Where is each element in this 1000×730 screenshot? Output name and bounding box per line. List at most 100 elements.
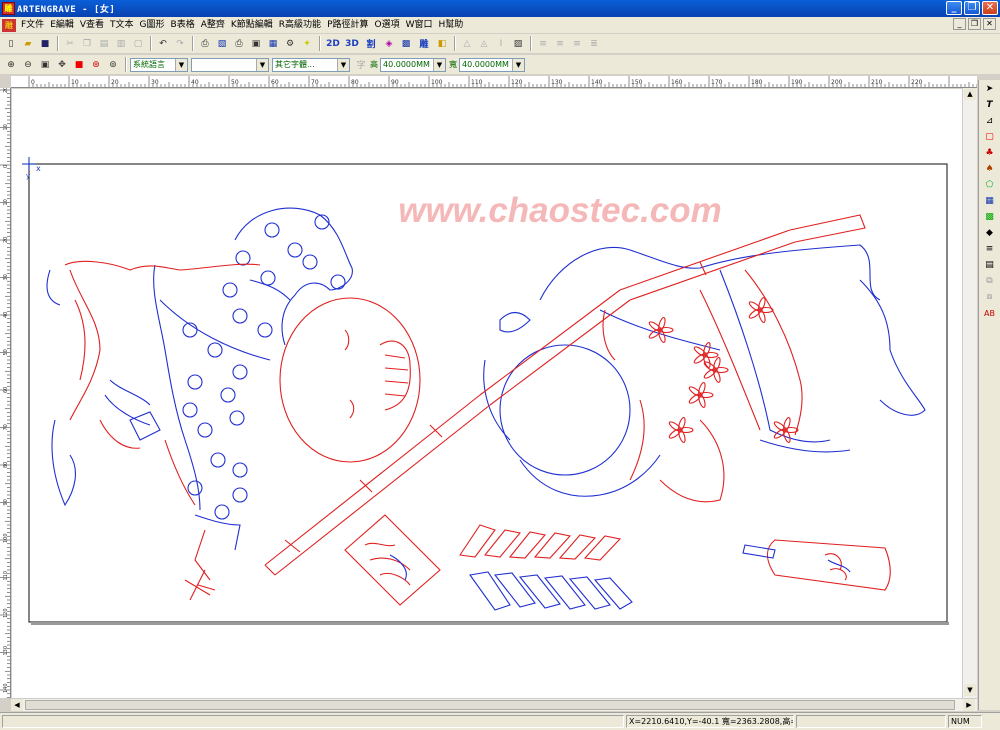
clear-icon[interactable]: ▢	[130, 36, 146, 52]
pan-icon[interactable]: ✥	[54, 57, 70, 73]
settings-icon[interactable]: ⚙	[282, 36, 298, 52]
ruler-label: 170	[711, 79, 723, 86]
drawing-canvas[interactable]: x y www.chaostec.com	[12, 89, 962, 698]
language-select[interactable]: 系統語言 ▼	[130, 57, 188, 72]
node-icon[interactable]: △	[459, 36, 475, 52]
menu-text[interactable]: T文本	[107, 17, 137, 33]
menu-window[interactable]: W窗口	[403, 17, 436, 33]
page-shadow	[31, 622, 949, 625]
carve-button[interactable]: 雕	[415, 36, 433, 52]
align-right-icon[interactable]: ≡	[569, 36, 585, 52]
artwork-svg[interactable]: x y www.chaostec.com	[12, 89, 962, 698]
3d-button[interactable]: 3D	[343, 36, 361, 52]
fill-tool-icon[interactable]: ♣	[982, 146, 998, 160]
scroll-left-icon[interactable]: ◀	[11, 699, 23, 711]
ruler-label: 80	[351, 79, 359, 86]
italic-icon[interactable]: I	[493, 36, 509, 52]
rectangle-tool-icon[interactable]: ▢	[982, 130, 998, 144]
align-left-icon[interactable]: ≡	[535, 36, 551, 52]
scroll-down-icon[interactable]: ▼	[964, 684, 976, 696]
document-tool-icon[interactable]: ▤	[982, 258, 998, 272]
align-justify-icon[interactable]: ≣	[586, 36, 602, 52]
num-lock-indicator: NUM	[948, 715, 982, 728]
menu-table[interactable]: B表格	[168, 17, 198, 33]
width-input[interactable]: 40.0000MM ▼	[459, 57, 525, 72]
menu-view[interactable]: V查看	[77, 17, 107, 33]
combine-icon[interactable]: ⧈	[982, 290, 998, 304]
paste-special-icon[interactable]: ▥	[113, 36, 129, 52]
simulate-icon[interactable]: ◧	[434, 36, 450, 52]
text-tool-icon[interactable]: T	[982, 98, 998, 112]
node-tool-icon[interactable]: ⊿	[982, 114, 998, 128]
scroll-thumb[interactable]	[25, 700, 955, 710]
shape-tool-icon[interactable]: ♠	[982, 162, 998, 176]
paste-icon[interactable]: ▤	[96, 36, 112, 52]
scan-icon[interactable]: ▦	[265, 36, 281, 52]
redo-icon[interactable]: ↷	[172, 36, 188, 52]
vertical-ruler[interactable]: 20 10 0 10 20 30 40 50 60 70 80 90 100 110 120 130 140	[0, 88, 11, 698]
shape-icon[interactable]: ◬	[476, 36, 492, 52]
font-style-value: 其它字體...	[275, 60, 315, 69]
close-button[interactable]: ✕	[982, 1, 998, 15]
undo-icon[interactable]: ↶	[155, 36, 171, 52]
tip-icon[interactable]: ✦	[299, 36, 315, 52]
import-icon[interactable]: ⎙	[197, 36, 213, 52]
table-tool-icon[interactable]: ▦	[982, 194, 998, 208]
ab-text-icon[interactable]: AB	[982, 306, 998, 320]
hatch-icon[interactable]: ▩	[398, 36, 414, 52]
vertical-scrollbar[interactable]: ▲ ▼	[962, 88, 977, 698]
print-icon[interactable]: ⎙	[231, 36, 247, 52]
scroll-right-icon[interactable]: ▶	[963, 699, 975, 711]
scroll-up-icon[interactable]: ▲	[964, 88, 976, 100]
mdi-minimize-button[interactable]: _	[953, 18, 966, 30]
cut-mode-button[interactable]: 割	[362, 36, 380, 52]
zoom-selection-icon[interactable]: ⊛	[88, 57, 104, 73]
ruler-label: 130	[551, 79, 563, 86]
minimize-button[interactable]: _	[946, 1, 962, 15]
horizontal-scrollbar[interactable]: ◀ ▶	[11, 698, 977, 711]
document-icon[interactable]: 雕	[2, 18, 16, 32]
copy-icon[interactable]: ❐	[79, 36, 95, 52]
menu-file[interactable]: F文件	[18, 17, 47, 33]
height-input[interactable]: 40.0000MM ▼	[380, 57, 446, 72]
horizontal-ruler[interactable]: 0 10 20 30 40 50 60 70 80 90 100 110 120 130 140 150 160…	[11, 76, 977, 88]
color-icon[interactable]: ■	[71, 57, 87, 73]
cut-icon[interactable]: ✂	[62, 36, 78, 52]
zoom-out-icon[interactable]: ⊖	[20, 57, 36, 73]
print-preview-icon[interactable]: ▣	[248, 36, 264, 52]
width-label: 寬	[449, 60, 457, 69]
export-icon[interactable]: ▧	[214, 36, 230, 52]
color-grid-icon[interactable]: ▩	[982, 210, 998, 224]
menu-align[interactable]: A整齊	[198, 17, 228, 33]
restore-button[interactable]: ❐	[964, 1, 980, 15]
polygon-tool-icon[interactable]: ⬠	[982, 178, 998, 192]
menu-edit[interactable]: E編輯	[47, 17, 77, 33]
open-icon[interactable]: ▰	[20, 36, 36, 52]
menu-graphics[interactable]: G圖形	[137, 17, 168, 33]
zoom-page-icon[interactable]: ▣	[37, 57, 53, 73]
align-center-icon[interactable]: ≡	[552, 36, 568, 52]
new-icon[interactable]: ▯	[3, 36, 19, 52]
font-style-select[interactable]: 其它字體... ▼	[272, 57, 350, 72]
font-name-select[interactable]: ▼	[191, 57, 269, 72]
save-icon[interactable]: ■	[37, 36, 53, 52]
image-icon[interactable]: ▨	[510, 36, 526, 52]
palette-icon[interactable]: ◆	[982, 226, 998, 240]
menu-options[interactable]: O選項	[372, 17, 403, 33]
weld-icon[interactable]: ⧉	[982, 274, 998, 288]
font-icon[interactable]: 字	[353, 57, 369, 73]
mdi-close-button[interactable]: ✕	[983, 18, 996, 30]
ruler-label: 70	[3, 424, 9, 430]
toolpath-icon[interactable]: ◈	[381, 36, 397, 52]
app-window: 雕 ARTENGRAVE - [女] _ ❐ ✕ 雕 F文件 E編輯 V查看 T…	[0, 0, 1000, 730]
menu-path[interactable]: P路徑計算	[324, 17, 371, 33]
menu-advanced[interactable]: R高級功能	[276, 17, 324, 33]
2d-button[interactable]: 2D	[324, 36, 342, 52]
menu-node-edit[interactable]: K節點編輯	[228, 17, 276, 33]
mdi-restore-button[interactable]: ❐	[968, 18, 981, 30]
menu-help[interactable]: H幫助	[436, 17, 467, 33]
lines-icon[interactable]: ≡	[982, 242, 998, 256]
zoom-all-icon[interactable]: ⊚	[105, 57, 121, 73]
zoom-in-icon[interactable]: ⊕	[3, 57, 19, 73]
pointer-icon[interactable]: ➤	[982, 82, 998, 96]
